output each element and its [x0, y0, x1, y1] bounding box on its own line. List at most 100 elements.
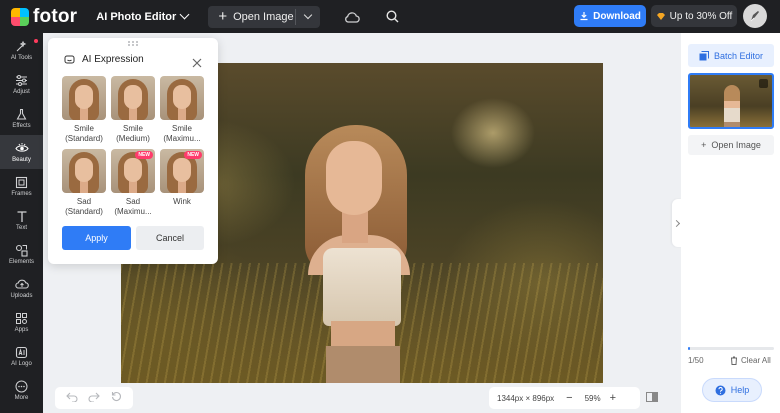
sidebar-item-label: Apps [14, 327, 29, 333]
undo-icon[interactable] [66, 389, 78, 407]
expression-thumbnail: NEW [160, 149, 204, 193]
batch-editor-label: Batch Editor [713, 50, 764, 61]
expression-thumbnail [62, 76, 106, 120]
sidebar-item-label: AI Tools [10, 55, 33, 61]
image-thumbnail[interactable] [688, 73, 774, 129]
chevron-down-icon[interactable] [304, 10, 313, 19]
sidebar-item-label: More [14, 395, 29, 401]
shapes-icon [15, 243, 29, 257]
history-toolbar [55, 387, 133, 409]
expression-option-smile-standard[interactable]: Smile (Standard) [62, 76, 106, 146]
sidebar-item-ai-logo[interactable]: AI Logo [0, 339, 43, 373]
sidebar-item-label: Beauty [12, 157, 31, 163]
zoom-level[interactable]: 59% [585, 394, 601, 403]
ai-logo-icon [15, 345, 29, 359]
more-icon [15, 379, 29, 393]
expression-label: Smile (Medium) [116, 124, 150, 143]
canvas-dimensions: 1344px × 896px [497, 393, 555, 403]
expression-label: Sad (Standard) [65, 197, 103, 216]
fotor-logo[interactable]: fotor [11, 6, 77, 28]
cancel-button[interactable]: Cancel [136, 226, 204, 250]
redo-icon[interactable] [88, 389, 101, 407]
left-toolbar: AI Tools Adjust Effects Beauty Frames Te… [0, 33, 43, 413]
sidebar-item-text[interactable]: Text [0, 203, 43, 237]
zoom-in-button[interactable]: + [610, 392, 616, 404]
text-icon [15, 209, 29, 223]
user-avatar[interactable] [743, 4, 767, 28]
help-icon [715, 385, 726, 395]
sidebar-item-label: Text [15, 225, 27, 231]
expression-option-sad-standard[interactable]: Sad (Standard) [62, 149, 106, 219]
image-count-bar [688, 347, 774, 350]
open-image-side-button[interactable]: + Open Image [688, 135, 774, 155]
sidebar-item-frames[interactable]: Frames [0, 169, 43, 203]
sidebar-item-uploads[interactable]: Uploads [0, 271, 43, 305]
panel-header: AI Expression [64, 54, 144, 65]
reset-icon[interactable] [111, 389, 122, 407]
eye-icon [14, 141, 29, 155]
expression-thumbnail [62, 149, 106, 193]
clear-all-label: Clear All [741, 356, 771, 365]
expression-label: Smile (Standard) [65, 124, 103, 143]
sliders-icon [15, 73, 29, 87]
sidebar-item-ai-tools[interactable]: AI Tools [0, 33, 43, 67]
open-image-side-label: Open Image [711, 140, 761, 150]
delete-icon[interactable] [759, 79, 768, 88]
zoom-out-button[interactable]: − [566, 392, 572, 404]
sidebar-item-elements[interactable]: Elements [0, 237, 43, 271]
expression-thumbnail: NEW [111, 149, 155, 193]
plus-icon: + [701, 140, 707, 150]
promo-button[interactable]: Up to 30% Off [651, 5, 737, 27]
diamond-icon [656, 12, 665, 20]
batch-icon [699, 50, 709, 60]
expression-option-sad-maximum[interactable]: NEW Sad (Maximu... [111, 149, 155, 219]
help-button[interactable]: Help [702, 378, 762, 402]
cloud-icon[interactable] [344, 9, 361, 25]
expression-option-wink[interactable]: NEW Wink [160, 149, 204, 219]
batch-editor-button[interactable]: Batch Editor [688, 44, 774, 67]
expression-option-smile-medium[interactable]: Smile (Medium) [111, 76, 155, 146]
expression-label: Smile (Maximu... [163, 124, 201, 143]
sidebar-item-label: Uploads [10, 293, 33, 299]
ai-expression-panel: AI Expression Smile (Standard) Smile (Me… [48, 38, 218, 264]
open-image-button[interactable]: + Open Image [208, 5, 321, 28]
sidebar-item-beauty[interactable]: Beauty [0, 135, 43, 169]
sidebar-item-apps[interactable]: Apps [0, 305, 43, 339]
apps-icon [15, 311, 29, 325]
expression-thumbnail [111, 76, 155, 120]
trash-icon [731, 356, 737, 365]
clear-all-button[interactable]: Clear All [730, 356, 771, 365]
sidebar-item-adjust[interactable]: Adjust [0, 67, 43, 101]
zoom-toolbar: 1344px × 896px − 59% + [489, 387, 640, 409]
expression-option-smile-maximum[interactable]: Smile (Maximu... [160, 76, 204, 146]
image-count-fill [688, 347, 690, 350]
download-button[interactable]: Download [574, 5, 646, 27]
expression-options: Smile (Standard) Smile (Medium) Smile (M… [62, 76, 206, 219]
close-icon[interactable] [192, 55, 202, 68]
chevron-right-icon [672, 219, 680, 227]
expression-icon [64, 55, 75, 64]
pen-nib-icon [750, 11, 759, 22]
sidebar-item-label: Effects [12, 123, 31, 129]
expression-label: Wink [173, 197, 191, 206]
frame-icon [15, 175, 29, 189]
chevron-down-icon [179, 9, 190, 20]
sidebar-item-label: AI Logo [11, 361, 32, 367]
apply-button[interactable]: Apply [62, 226, 131, 250]
flask-icon [15, 107, 29, 121]
sidebar-item-effects[interactable]: Effects [0, 101, 43, 135]
fotor-logo-mark [11, 7, 29, 26]
new-badge: NEW [184, 151, 202, 159]
download-icon [580, 12, 588, 21]
compare-icon[interactable] [645, 390, 659, 404]
cloud-upload-icon [14, 277, 29, 291]
search-icon[interactable] [384, 9, 400, 25]
promo-label: Up to 30% Off [669, 10, 733, 22]
brand-name: fotor [33, 5, 78, 27]
plus-icon: + [218, 8, 228, 25]
app-mode-select[interactable]: AI Photo Editor [96, 9, 190, 23]
download-label: Download [593, 10, 641, 22]
notification-dot [34, 39, 38, 43]
sidebar-item-more[interactable]: More [0, 373, 43, 407]
drag-handle[interactable] [128, 41, 138, 46]
